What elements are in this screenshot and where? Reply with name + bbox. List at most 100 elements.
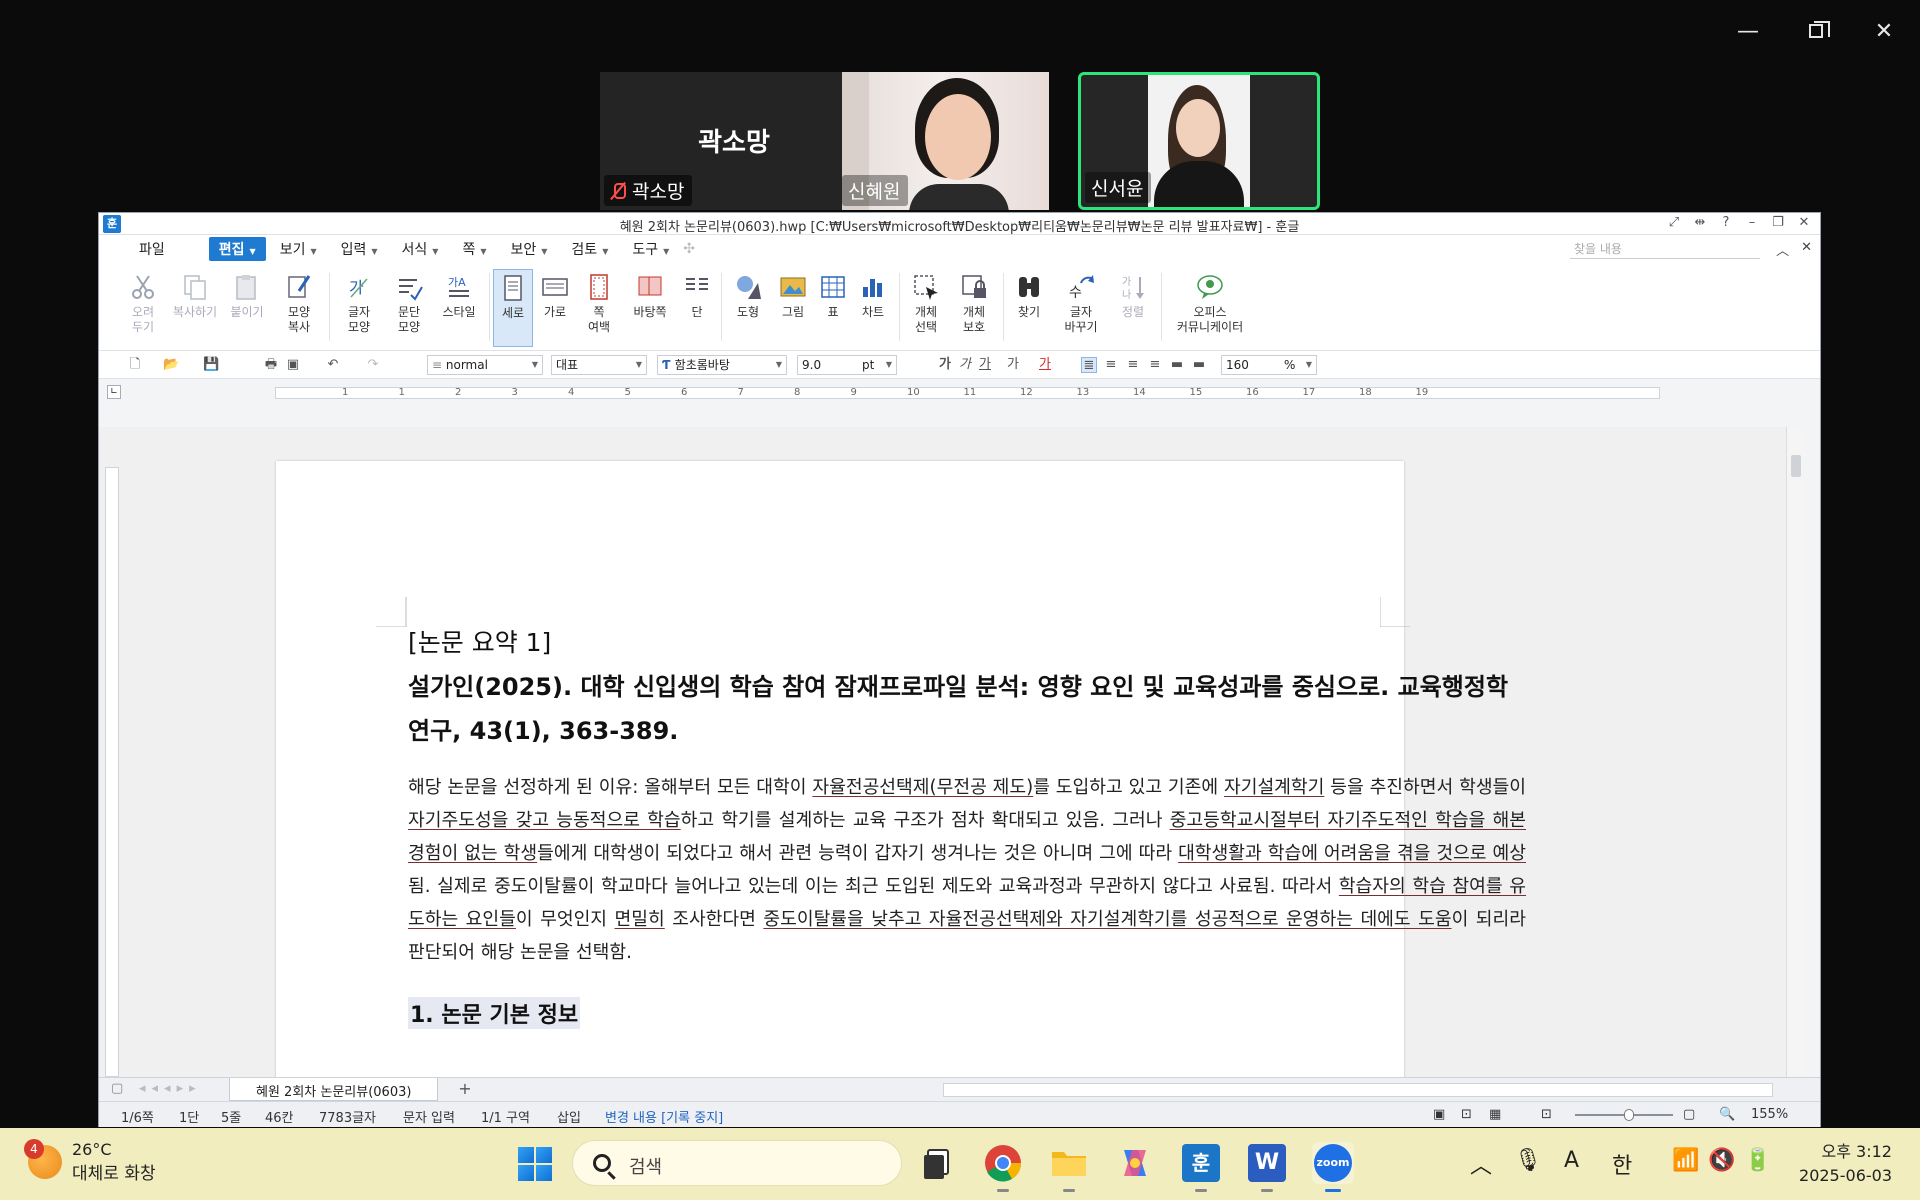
status-track-changes[interactable]: 변경 내용 [기록 중지]: [605, 1107, 723, 1126]
tab-type-icon[interactable]: ∟: [107, 385, 121, 399]
menu-file[interactable]: 파일: [129, 237, 175, 261]
close-button[interactable]: ✕: [1864, 14, 1904, 50]
page-margin-button[interactable]: 쪽 여백: [577, 269, 621, 335]
view-web-icon[interactable]: ⊡: [1461, 1107, 1472, 1122]
replace-char-button[interactable]: 수 글자 바꾸기: [1053, 269, 1109, 335]
fullscreen-icon[interactable]: ⤢: [1666, 215, 1682, 230]
document-page[interactable]: [논문 요약 1] 설가인(2025). 대학 신입생의 학습 참여 잠재프로파…: [276, 461, 1526, 1077]
landscape-button[interactable]: 가로: [535, 269, 575, 320]
restore-button[interactable]: [1796, 14, 1836, 50]
style-button[interactable]: 가A 스타일: [433, 269, 485, 320]
taskbar-search[interactable]: 검색: [572, 1140, 902, 1186]
zoom-page-icon[interactable]: ▢: [1683, 1107, 1695, 1122]
menu-page[interactable]: 쪽 ▼: [452, 237, 496, 261]
ime-hangul[interactable]: 한: [1612, 1148, 1632, 1180]
zoom-level[interactable]: 155%: [1751, 1107, 1788, 1122]
status-char-count[interactable]: 7783글자: [319, 1107, 376, 1126]
menu-security[interactable]: 보안 ▼: [501, 237, 558, 261]
align-left-icon[interactable]: ≡: [1103, 357, 1119, 373]
view-page-icon[interactable]: ▦: [1489, 1107, 1501, 1122]
print-icon[interactable]: 🖶: [263, 357, 279, 373]
vertical-scrollbar[interactable]: [1786, 427, 1804, 1077]
save-icon[interactable]: 💾: [203, 357, 219, 373]
tab-scroll-arrows[interactable]: ◂◂◂▸▸: [139, 1081, 202, 1096]
italic-button[interactable]: 가: [957, 357, 973, 373]
paste-button[interactable]: 붙이기: [221, 269, 273, 320]
protect-object-button[interactable]: 개체 보호: [951, 269, 997, 335]
split-icon[interactable]: ⇹: [1692, 215, 1708, 230]
cut-button[interactable]: 오려 두기: [117, 269, 169, 335]
table-button[interactable]: 표: [815, 269, 851, 320]
chrome-icon[interactable]: [982, 1142, 1024, 1192]
collapse-ribbon-icon[interactable]: ︿: [1776, 240, 1789, 259]
bold-button[interactable]: 가: [937, 357, 953, 373]
office-communicator-button[interactable]: 오피스 커뮤니케이터: [1165, 269, 1255, 335]
tab-nav-icon[interactable]: ▢: [111, 1081, 123, 1096]
format-copy-button[interactable]: 모양 복사: [273, 269, 325, 335]
file-explorer-icon[interactable]: [1048, 1142, 1090, 1192]
distribute-icon[interactable]: ▬: [1169, 357, 1185, 373]
shape-button[interactable]: 도형: [725, 269, 771, 320]
menu-format[interactable]: 서식 ▼: [392, 237, 449, 261]
zoom-magnifier-icon[interactable]: 🔍: [1719, 1107, 1735, 1122]
menu-tools[interactable]: 도구 ▼: [622, 237, 679, 261]
menu-edit[interactable]: 편집 ▼: [208, 237, 266, 261]
style-select[interactable]: ≡ normal ▼: [427, 355, 543, 375]
copy-button[interactable]: 복사하기: [169, 269, 221, 320]
document-tab[interactable]: 혜원 2회차 논문리뷰(0603): [229, 1078, 439, 1101]
menu-review[interactable]: 검토 ▼: [561, 237, 618, 261]
preview-icon[interactable]: ▣: [285, 357, 301, 373]
align-center-icon[interactable]: ≡: [1125, 357, 1141, 373]
font-color-button[interactable]: 가: [1037, 357, 1053, 373]
columns-button[interactable]: 단: [679, 269, 715, 320]
start-button[interactable]: [518, 1147, 552, 1181]
zoom-fit-icon[interactable]: ⊡: [1541, 1107, 1552, 1122]
status-page[interactable]: 1/6쪽: [121, 1107, 154, 1126]
zoom-slider-knob[interactable]: [1623, 1109, 1634, 1121]
restore-icon[interactable]: ❐: [1770, 215, 1786, 230]
horizontal-scrollbar[interactable]: [943, 1083, 1773, 1097]
wifi-icon[interactable]: 📶: [1672, 1148, 1699, 1173]
scroll-thumb[interactable]: [1791, 455, 1801, 477]
minimize-button[interactable]: —: [1728, 14, 1768, 50]
task-view-icon[interactable]: [916, 1142, 958, 1184]
select-object-button[interactable]: 개체 선택: [903, 269, 949, 335]
document-body[interactable]: [논문 요약 1] 설가인(2025). 대학 신입생의 학습 참여 잠재프로파…: [408, 623, 1526, 1029]
close-icon[interactable]: ✕: [1796, 215, 1812, 230]
view-normal-icon[interactable]: ▣: [1433, 1107, 1445, 1122]
align-right-icon[interactable]: ≡: [1147, 357, 1163, 373]
strike-button[interactable]: 가: [1005, 357, 1021, 373]
underline-button[interactable]: 가: [977, 357, 993, 373]
master-page-button[interactable]: 바탕쪽: [623, 269, 677, 320]
font-select[interactable]: Ƭ 함초롬바탕 ▼: [657, 355, 787, 375]
hangul-app-icon[interactable]: 훈: [1180, 1142, 1222, 1192]
participant-tile-3[interactable]: 신서윤: [1078, 72, 1320, 210]
portrait-button[interactable]: 세로: [493, 269, 533, 347]
show-hidden-icons[interactable]: ︿: [1470, 1148, 1492, 1180]
new-doc-icon[interactable]: 🗋: [127, 357, 143, 373]
find-button[interactable]: 찾기: [1007, 269, 1051, 320]
menu-insert[interactable]: 입력 ▼: [331, 237, 388, 261]
minimize-icon[interactable]: –: [1744, 215, 1760, 230]
zoom-app-icon[interactable]: zoom: [1312, 1142, 1354, 1192]
microphone-icon[interactable]: 🎙: [1514, 1148, 1542, 1173]
battery-icon[interactable]: 🔋: [1744, 1148, 1771, 1173]
para-shape-button[interactable]: 문단 모양: [383, 269, 435, 335]
clock[interactable]: 오후 3:12 2025-06-03: [1799, 1140, 1892, 1188]
align-justify-icon[interactable]: ≣: [1081, 357, 1097, 373]
status-input-mode[interactable]: 문자 입력: [403, 1107, 455, 1126]
divide-icon[interactable]: ▬: [1191, 357, 1207, 373]
status-insert[interactable]: 삽입: [557, 1107, 581, 1126]
find-input[interactable]: 찾을 내용: [1570, 239, 1760, 259]
ime-a[interactable]: A: [1564, 1148, 1579, 1173]
close-doc-icon[interactable]: ✕: [1801, 240, 1812, 259]
menu-view[interactable]: 보기 ▼: [270, 237, 327, 261]
help-icon[interactable]: ?: [1718, 215, 1734, 230]
undo-icon[interactable]: ↶: [325, 357, 341, 373]
participant-tile-1[interactable]: 곽소망 곽소망: [600, 72, 868, 210]
word-icon[interactable]: W: [1246, 1142, 1288, 1192]
participant-tile-2[interactable]: 신혜원: [842, 72, 1049, 210]
line-spacing-input[interactable]: 160% ▼: [1221, 355, 1317, 375]
char-shape-button[interactable]: 가 글자 모양: [333, 269, 385, 335]
font-size-input[interactable]: 9.0 pt ▼: [797, 355, 897, 375]
